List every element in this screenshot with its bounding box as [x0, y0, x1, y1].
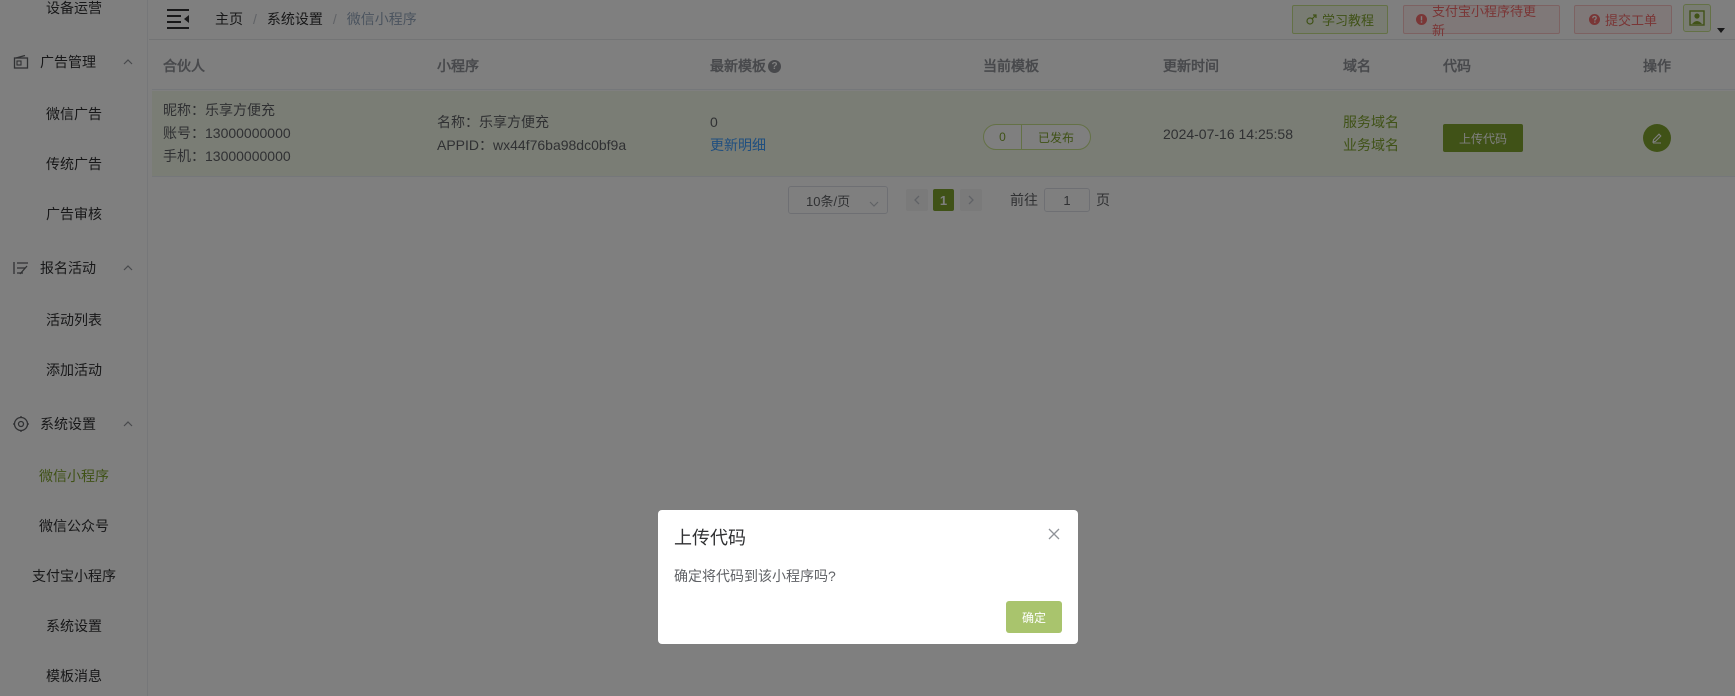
- dialog-message: 确定将代码到该小程序吗?: [674, 568, 836, 584]
- close-icon[interactable]: [1047, 527, 1061, 541]
- confirm-dialog: 上传代码 确定将代码到该小程序吗? 确定: [658, 510, 1078, 644]
- dialog-title: 上传代码: [674, 528, 746, 548]
- confirm-button[interactable]: 确定: [1006, 601, 1062, 633]
